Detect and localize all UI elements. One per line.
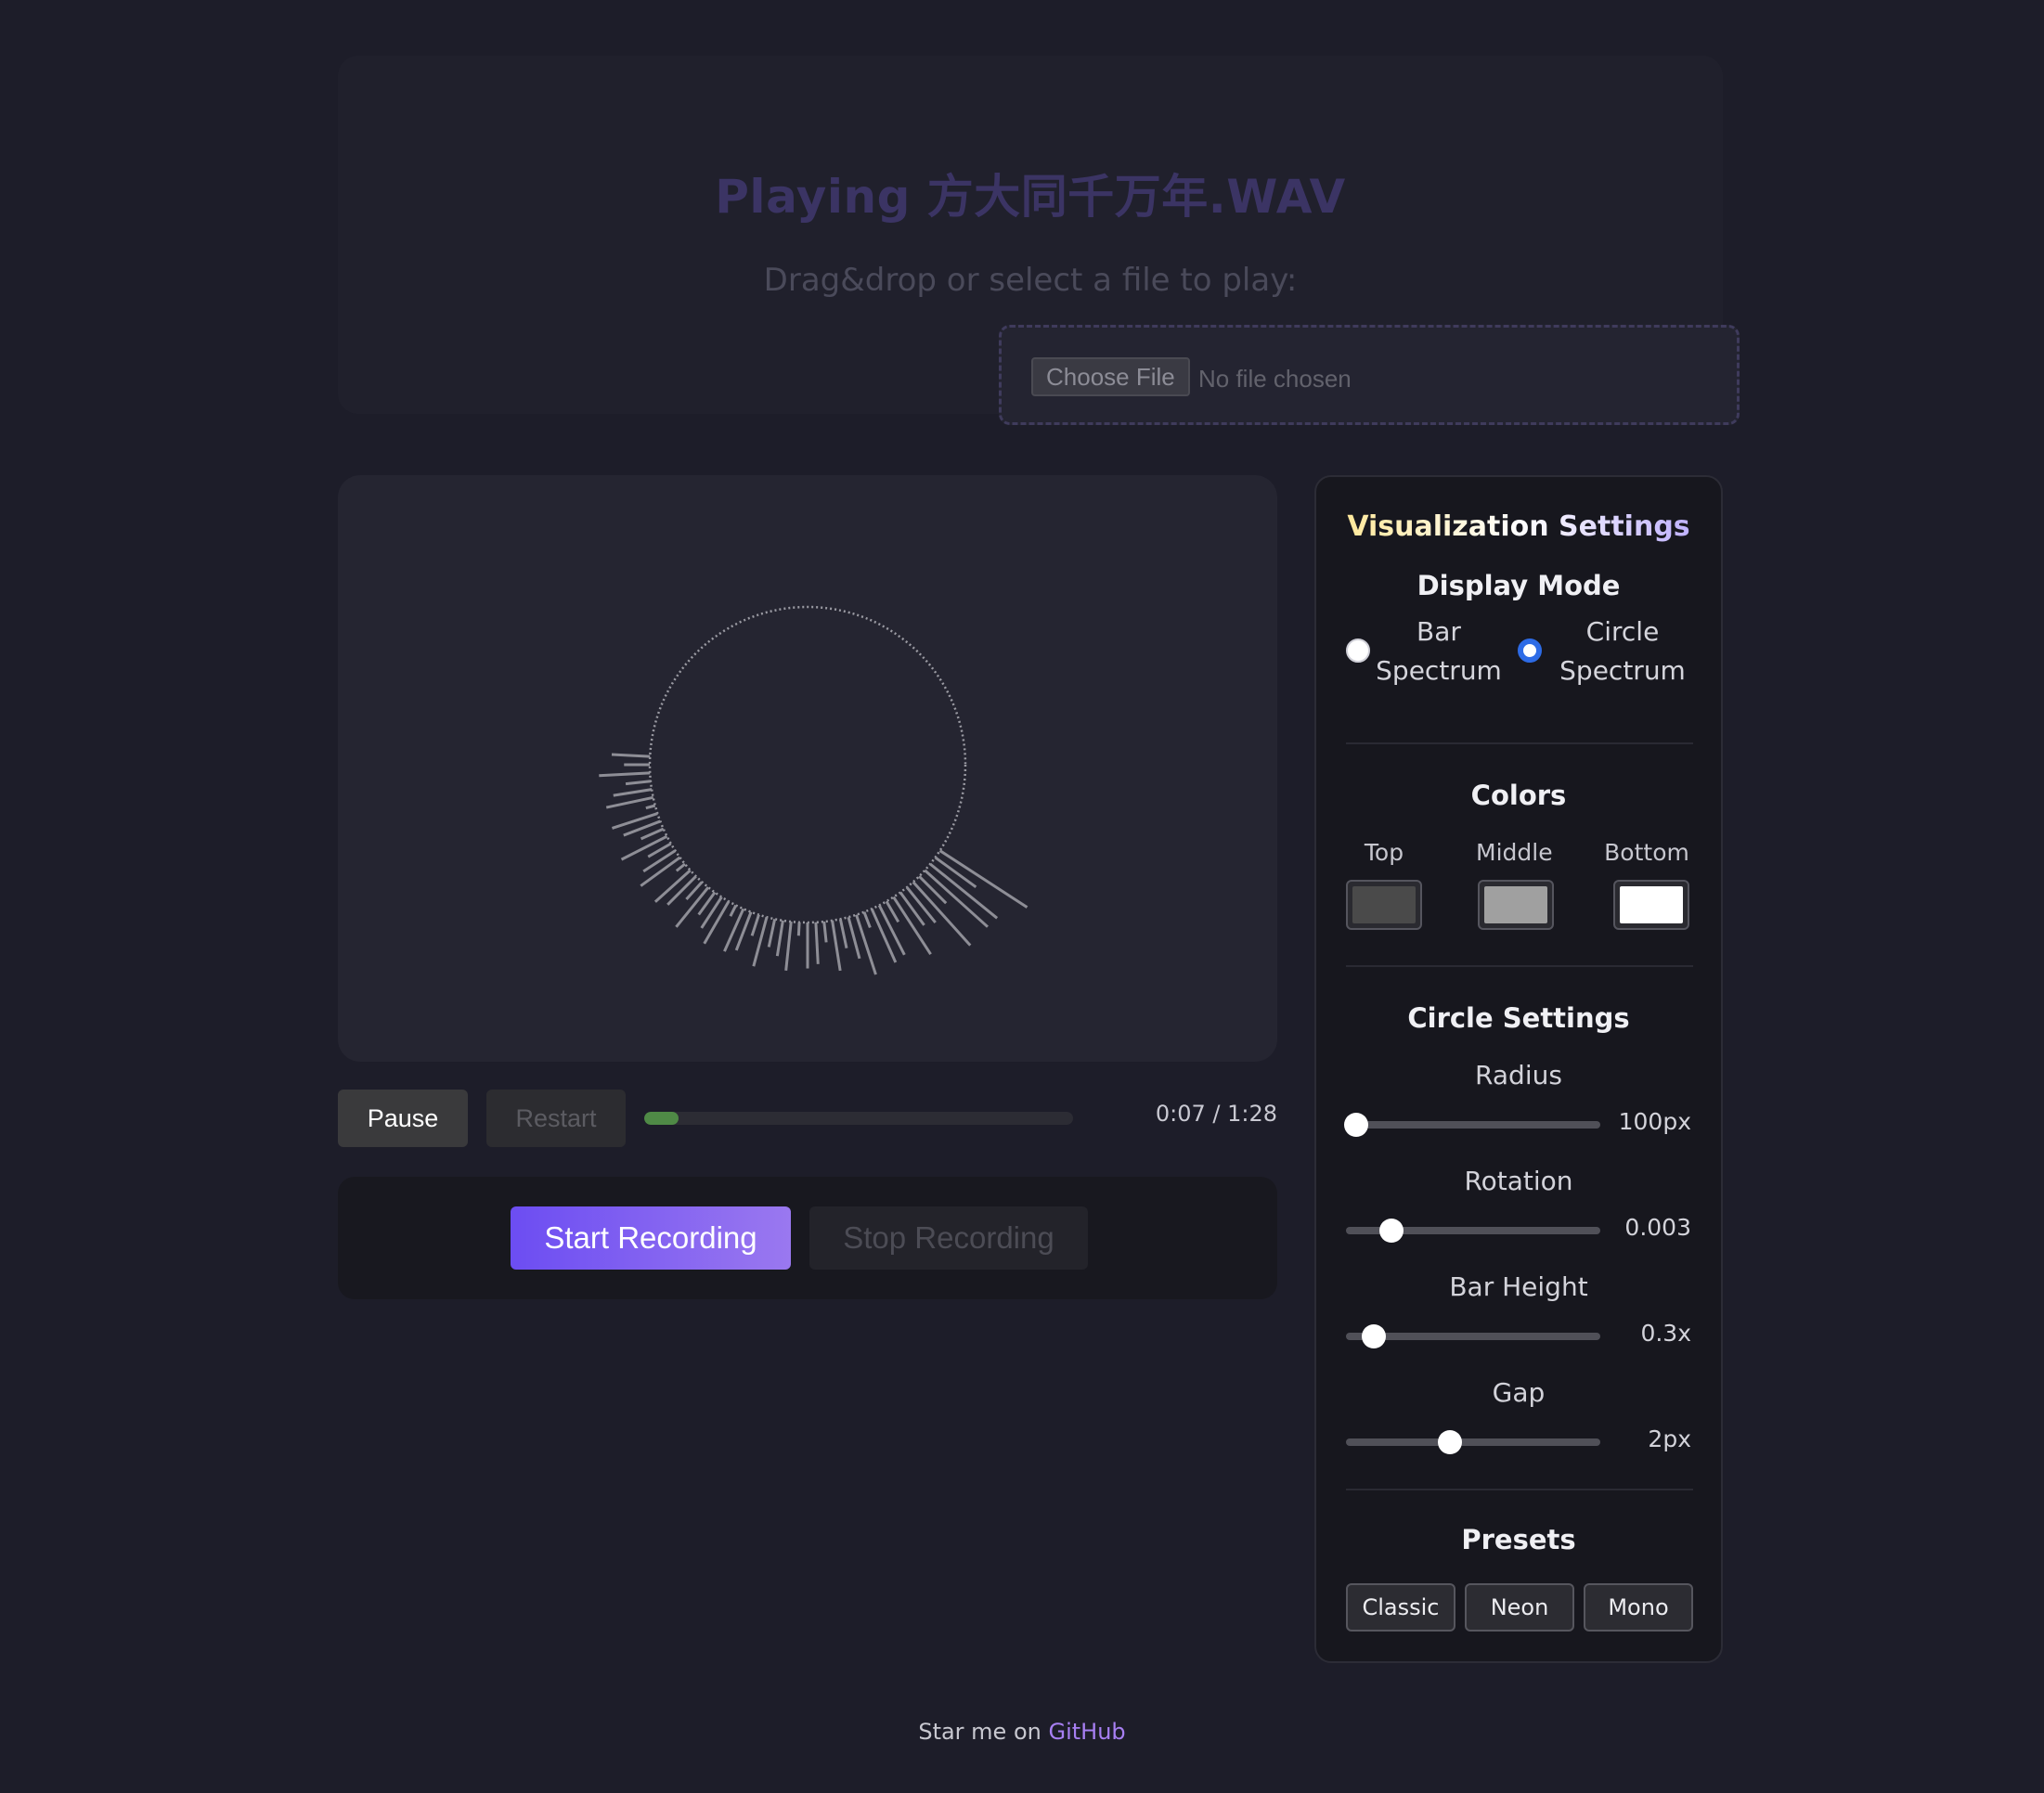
circle-settings-title: Circle Settings <box>1407 1002 1630 1034</box>
visualization-settings-panel: Visualization Settings Display Mode Bar … <box>1314 475 1723 1663</box>
radius-label: Radius <box>1475 1060 1562 1090</box>
stop-recording-button[interactable]: Stop Recording <box>809 1206 1088 1270</box>
preset-classic-button[interactable]: Classic <box>1346 1583 1455 1632</box>
divider <box>1346 742 1693 744</box>
color-middle-swatch <box>1484 886 1547 923</box>
spectrum-bar <box>912 881 972 947</box>
spectrum-bar <box>645 804 656 810</box>
bar-height-label: Bar Height <box>1449 1271 1588 1302</box>
divider <box>1346 1489 1693 1490</box>
spectrum-bar <box>625 780 652 786</box>
spectrum-bar <box>814 922 820 964</box>
rotation-slider-thumb[interactable] <box>1379 1219 1404 1243</box>
spectrum-bar <box>640 827 665 841</box>
rotation-value: 0.003 <box>1624 1214 1691 1241</box>
presets-title: Presets <box>1461 1524 1576 1555</box>
spectrum-bar <box>750 914 760 936</box>
rotation-slider[interactable] <box>1346 1219 1600 1243</box>
spectrum-bar <box>611 753 651 758</box>
gap-label: Gap <box>1492 1377 1546 1408</box>
spectrum-bar <box>703 900 731 945</box>
radio-bar-spectrum-label[interactable]: Bar Spectrum <box>1374 613 1504 690</box>
footer-text: Star me on <box>918 1719 1041 1745</box>
gap-value: 2px <box>1648 1425 1691 1452</box>
bar-height-slider-thumb[interactable] <box>1362 1324 1387 1348</box>
spectrum-bar <box>862 911 872 929</box>
app-root: Playing 方大同千万年.WAV Drag&drop or select a… <box>0 0 2044 1793</box>
spectrum-ring <box>648 605 967 924</box>
spectrum-bar <box>899 891 925 926</box>
time-readout: 0:07 / 1:28 <box>1155 1101 1277 1127</box>
playback-progress-fill <box>644 1112 679 1125</box>
spectrum-bar <box>838 918 848 948</box>
spectrum-bar <box>784 921 793 971</box>
spectrum-bar <box>729 904 738 917</box>
footer: Star me on GitHub <box>0 1719 2044 1745</box>
color-middle-picker[interactable] <box>1478 880 1554 930</box>
rotation-label: Rotation <box>1464 1166 1573 1196</box>
color-bottom-label: Bottom <box>1604 839 1689 866</box>
spectrum-bar <box>675 862 686 872</box>
spectrum-bar <box>775 920 784 957</box>
preset-neon-button[interactable]: Neon <box>1465 1583 1574 1632</box>
colors-title: Colors <box>1470 780 1567 811</box>
now-playing-title: Playing 方大同千万年.WAV <box>715 170 1346 224</box>
radio-circle-spectrum[interactable] <box>1518 639 1542 663</box>
recording-bar: Start Recording Stop Recording <box>338 1177 1277 1299</box>
spectrum-bar <box>796 922 801 936</box>
gap-slider[interactable] <box>1346 1430 1600 1454</box>
file-status: No file chosen <box>1198 365 1352 393</box>
spectrum-bar <box>613 788 653 797</box>
restart-button[interactable]: Restart <box>486 1090 626 1147</box>
start-recording-button[interactable]: Start Recording <box>511 1206 791 1270</box>
settings-title: Visualization Settings <box>1316 510 1721 543</box>
pause-button[interactable]: Pause <box>338 1090 468 1147</box>
color-top-label: Top <box>1364 839 1404 866</box>
bar-height-slider[interactable] <box>1346 1324 1600 1348</box>
spectrum-bar <box>938 849 1028 909</box>
choose-file-button[interactable]: Choose File <box>1031 357 1190 396</box>
preset-mono-button[interactable]: Mono <box>1584 1583 1693 1632</box>
color-top-swatch <box>1352 886 1416 923</box>
spectrum-bar <box>885 900 900 923</box>
github-link[interactable]: GitHub <box>1048 1719 1125 1745</box>
radio-circle-spectrum-label[interactable]: Circle Spectrum <box>1548 613 1697 690</box>
spectrum-bar <box>605 795 654 809</box>
spectrum-bar <box>831 920 842 972</box>
visualizer-canvas <box>338 475 1277 1062</box>
spectrum-bar <box>924 869 990 928</box>
spectrum-bar <box>642 849 677 873</box>
spectrum-bar <box>620 834 668 861</box>
file-header-card: Playing 方大同千万年.WAV Drag&drop or select a… <box>338 56 1740 425</box>
display-mode-title: Display Mode <box>1417 570 1621 601</box>
radius-slider-thumb[interactable] <box>1343 1113 1368 1137</box>
bar-height-value: 0.3x <box>1640 1320 1691 1347</box>
circle-spectrum-graphic <box>599 605 1028 975</box>
color-bottom-picker[interactable] <box>1613 880 1689 930</box>
divider <box>1346 965 1693 967</box>
spectrum-bar <box>723 908 745 952</box>
spectrum-bar <box>822 921 828 943</box>
radius-value: 100px <box>1618 1108 1691 1135</box>
drop-instructions: Drag&drop or select a file to play: <box>763 262 1298 299</box>
color-top-picker[interactable] <box>1346 880 1422 930</box>
gap-slider-thumb[interactable] <box>1438 1430 1463 1454</box>
spectrum-bar <box>855 914 877 975</box>
color-middle-label: Middle <box>1476 839 1553 866</box>
spectrum-bar <box>918 875 948 905</box>
spectrum-bar <box>666 875 697 906</box>
spectrum-bar <box>700 896 723 929</box>
spectrum-bar <box>767 918 777 948</box>
radio-bar-spectrum[interactable] <box>1346 639 1370 663</box>
radius-slider[interactable] <box>1343 1113 1600 1137</box>
color-bottom-swatch <box>1620 886 1683 923</box>
playback-progress-bar[interactable] <box>644 1112 1073 1125</box>
file-dropzone[interactable]: Choose File No file chosen <box>999 325 1740 425</box>
spectrum-bar <box>599 771 651 778</box>
